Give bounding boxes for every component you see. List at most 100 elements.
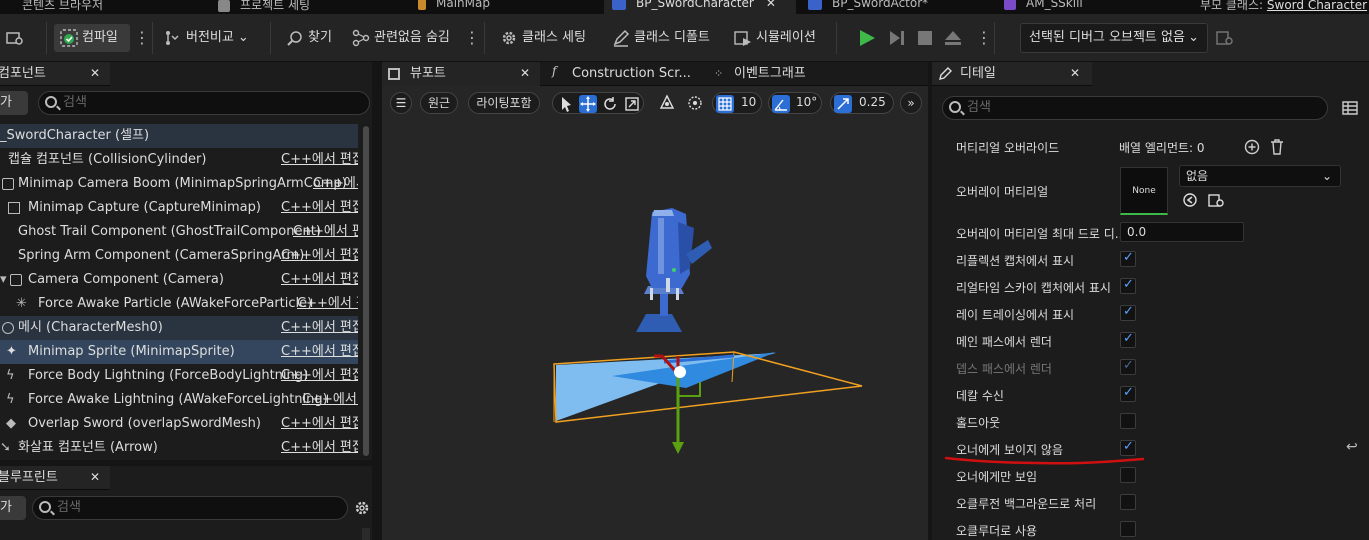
component-row[interactable]: ϟ Force Body Lightning (ForceBodyLightnin… (0, 364, 358, 388)
edit-in-cpp-link[interactable]: C++에서 편 (302, 388, 358, 412)
close-icon[interactable]: ✕ (90, 470, 100, 484)
component-row[interactable]: 캡슐 컴포넌트 (CollisionCylinder) C++에서 편집 (0, 148, 358, 172)
add-button[interactable]: 가 (0, 496, 26, 520)
tab-project-settings[interactable]: 프로젝트 세팅 (218, 0, 310, 14)
component-row[interactable]: ✳ Force Awake Particle (AWakeForceParticl… (0, 292, 358, 316)
details-title: 디테일 (960, 66, 996, 81)
checkbox[interactable] (1120, 331, 1136, 348)
overlay-material-dropdown[interactable]: 없음 ⌄ (1179, 165, 1341, 187)
find-options-icon[interactable]: ⋮ (464, 24, 480, 52)
edit-in-cpp-link[interactable]: C++에서 편 (297, 292, 358, 316)
step-button[interactable] (888, 24, 906, 52)
play-button[interactable] (858, 24, 876, 52)
close-icon[interactable]: ✕ (1070, 66, 1080, 80)
component-row[interactable]: 메시 (CharacterMesh0) C++에서 편집 (0, 316, 358, 340)
stop-button[interactable] (916, 24, 934, 52)
toolbar-separator (270, 22, 271, 54)
checkbox[interactable] (1120, 277, 1136, 294)
component-row[interactable]: ◆ Overlap Sword (overlapSwordMesh) C++에서 편… (0, 412, 358, 436)
component-label: 메시 (CharacterMesh0) (18, 320, 163, 335)
checkbox[interactable] (1120, 521, 1136, 537)
debug-filter-button[interactable] (1216, 24, 1234, 52)
checkbox[interactable] (1120, 385, 1136, 402)
checkbox[interactable] (1120, 494, 1136, 510)
material-thumbnail[interactable]: None (1120, 167, 1168, 215)
edit-in-cpp-link[interactable]: C++에서 편집 (293, 220, 358, 244)
edit-in-cpp-link[interactable]: C++에서 편집 (281, 316, 358, 340)
eject-button[interactable] (944, 24, 962, 52)
edit-in-cpp-link[interactable]: C++에서 편집 (281, 340, 358, 364)
edit-in-cpp-link[interactable]: C++에서 편집 (281, 364, 358, 388)
close-icon[interactable]: ✕ (766, 0, 776, 10)
use-selected-asset-icon[interactable] (1183, 193, 1197, 207)
compile-options-icon[interactable]: ⋮ (134, 24, 150, 52)
parent-class-link[interactable]: Sword Character (1267, 0, 1367, 12)
edit-in-cpp-link[interactable]: C++에서 편집 (281, 148, 358, 172)
component-row[interactable]: ▾ Camera Component (Camera) C++에서 편집 (0, 268, 358, 292)
components-scrollbar[interactable] (362, 124, 370, 458)
hide-unrelated-button[interactable]: 관련없음 숨김 (352, 24, 450, 52)
component-row[interactable]: Minimap Camera Boom (MinimapSpringArmCom… (0, 172, 358, 196)
tab-main-map[interactable]: MainMap (418, 0, 490, 14)
edit-in-cpp-link[interactable]: C++에서 (313, 172, 358, 196)
component-row[interactable]: Minimap Capture (CaptureMinimap) C++에서 편집 (0, 196, 358, 220)
edit-in-cpp-link[interactable]: C++에서 편집 (281, 436, 358, 460)
debug-object-dropdown[interactable]: 선택된 디버그 오브젝트 없음 ⌄ (1020, 23, 1208, 53)
close-icon[interactable]: ✕ (90, 66, 100, 80)
edit-in-cpp-link[interactable]: C++에서 편집 (281, 268, 358, 292)
add-component-button[interactable]: 가 (0, 91, 28, 115)
component-row[interactable]: ϟ Force Awake Lightning (AWakeForceLightn… (0, 388, 358, 412)
browse-asset-icon[interactable] (1208, 192, 1224, 208)
checkbox[interactable] (1120, 304, 1136, 321)
components-search-input[interactable]: 검색 (38, 91, 370, 115)
blueprint-scrollbar[interactable] (362, 528, 370, 540)
edit-in-cpp-link[interactable]: C++에서 편집 (281, 412, 358, 436)
play-options-icon[interactable]: ⋮ (976, 24, 992, 52)
scrollbar-thumb[interactable] (363, 126, 369, 456)
component-root[interactable]: _SwordCharacter (셀프) (0, 124, 358, 148)
viewport-panel: 뷰포트 ✕ f Construction Scr... ⁘ 이벤트그래프 ☰ 원… (382, 62, 928, 540)
component-row[interactable]: Spring Arm Component (CameraSpringArm) C+… (0, 244, 358, 268)
simulation-button[interactable]: 시뮬레이션 (734, 24, 816, 52)
component-row-selected[interactable]: ✦ Minimap Sprite (MinimapSprite) C++에서 편집 (0, 340, 358, 364)
class-defaults-button[interactable]: 클래스 디폴트 (612, 24, 710, 52)
gear-icon[interactable] (354, 500, 370, 516)
checkbox[interactable] (1120, 250, 1136, 267)
static-mesh-icon: ◆ (6, 416, 16, 431)
tab-am-sskill[interactable]: AM_SSkill (1004, 0, 1083, 14)
chevron-down-icon[interactable]: ▾ (0, 268, 7, 292)
components-tab[interactable]: 컴포넌트 ✕ (0, 62, 110, 86)
tab-bp-sword-character[interactable]: BP_SwordCharacter ✕ (604, 0, 796, 14)
binoculars-icon (287, 30, 302, 46)
trash-icon[interactable] (1270, 139, 1284, 155)
edit-in-cpp-link[interactable]: C++에서 편집 (281, 196, 358, 220)
edit-defaults-icon (613, 29, 630, 47)
tab-content-browser[interactable]: 콘텐츠 브라우저 (22, 0, 103, 14)
document-tab-strip: 콘텐츠 브라우저 프로젝트 세팅 MainMap BP_SwordCharact… (0, 0, 1369, 14)
reset-to-default-icon[interactable]: ↩ (1346, 439, 1358, 455)
add-element-icon[interactable] (1244, 139, 1260, 155)
property-label: 레이 트레이싱에서 표시 (956, 308, 1075, 322)
checkbox[interactable] (1120, 413, 1136, 429)
class-settings-label: 클래스 세팅 (522, 30, 586, 45)
debug-filter-icon (1216, 31, 1233, 45)
my-blueprint-tab[interactable]: 블루프린트 ✕ (0, 466, 110, 490)
version-compare-button[interactable]: 버전비교 ⌄ (164, 24, 249, 52)
blueprint-icon (808, 0, 822, 10)
property-matrix-icon[interactable] (1342, 100, 1358, 116)
details-tab[interactable]: 디테일 ✕ (932, 62, 1092, 86)
tab-bp-sword-actor[interactable]: BP_SwordActor* (808, 0, 928, 14)
find-button[interactable]: 찾기 (286, 24, 332, 52)
class-settings-button[interactable]: 클래스 세팅 (500, 24, 586, 52)
compile-button[interactable]: 컴파일 (54, 24, 130, 52)
viewport-scene[interactable] (382, 62, 928, 540)
overlay-max-draw-input[interactable]: 0.0 (1120, 222, 1244, 242)
component-row[interactable]: ➘ 화살표 컴포넌트 (Arrow) C++에서 편집 (0, 436, 358, 460)
parent-class: 부모 클래스: Sword Character (1200, 0, 1367, 14)
details-search-input[interactable]: 검색 (942, 96, 1328, 120)
component-row[interactable]: Ghost Trail Component (GhostTrailCompone… (0, 220, 358, 244)
browse-button[interactable] (6, 24, 32, 52)
step-icon (890, 31, 904, 45)
blueprint-search-input[interactable]: 검색 (32, 496, 348, 520)
edit-in-cpp-link[interactable]: C++에서 편집 (281, 244, 358, 268)
